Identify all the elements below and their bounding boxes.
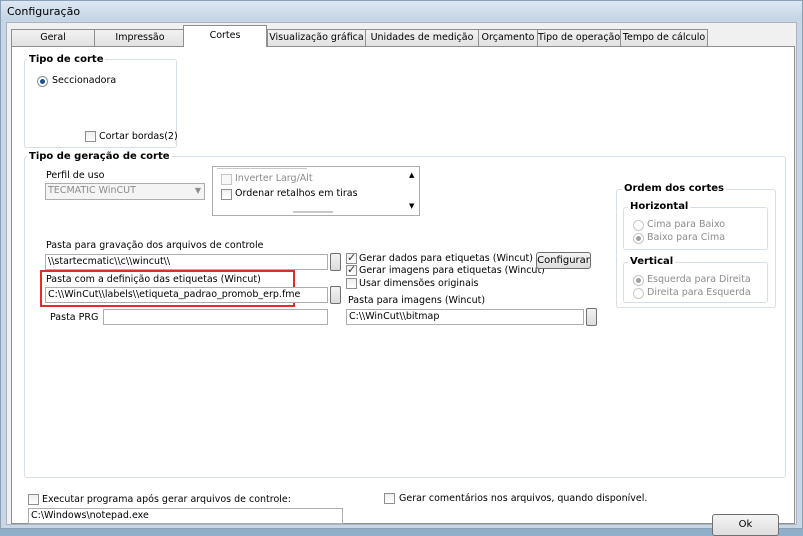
pasta-imagens-input[interactable]: C:\\WinCut\\bitmap — [346, 309, 584, 325]
pasta-definicao-browse-button[interactable] — [330, 286, 341, 304]
gerar-comentarios-label: Gerar comentários nos arquivos, quando d… — [399, 493, 648, 504]
inverter-label: Inverter Larg/Alt — [235, 173, 313, 184]
perfil-uso-value: TECMATIC WinCUT — [48, 185, 136, 196]
tab-geral[interactable]: Geral — [11, 29, 95, 46]
chevron-down-icon: ▼ — [194, 186, 201, 195]
tab-visualizacao-grafica[interactable]: Visualização gráfica — [267, 29, 366, 46]
pasta-definicao-label: Pasta com a definição das etiquetas (Win… — [46, 274, 261, 285]
esquerda-direita-radio[interactable] — [633, 275, 644, 286]
configurar-button[interactable]: Configurar — [536, 252, 591, 269]
perfil-uso-combobox[interactable]: TECMATIC WinCUT ▼ — [45, 183, 205, 200]
executar-programa-input[interactable]: C:\Windows\notepad.exe — [28, 508, 343, 524]
listbox-scrollbar[interactable]: ▲ ▼ — [407, 167, 419, 215]
pasta-definicao-input[interactable]: C:\\WinCut\\labels\\etiqueta_padrao_prom… — [45, 287, 328, 303]
executar-programa-checkbox[interactable] — [28, 494, 39, 505]
tab-orcamento[interactable]: Orçamento — [478, 29, 538, 46]
ordenar-checkbox[interactable] — [221, 189, 232, 200]
tab-tempo-calculo[interactable]: Tempo de cálculo — [620, 29, 708, 46]
direita-esquerda-radio[interactable] — [633, 288, 644, 299]
cortar-bordas-checkbox[interactable] — [85, 131, 96, 142]
ordenar-label: Ordenar retalhos em tiras — [235, 188, 358, 199]
dialog-client: Geral Impressão Cortes Visualização gráf… — [6, 22, 797, 536]
tab-impressao[interactable]: Impressão — [94, 29, 186, 46]
gerar-comentarios-checkbox[interactable] — [384, 493, 395, 504]
esquerda-direita-label: Esquerda para Direita — [647, 274, 751, 285]
title-bar: Configuração — [1, 1, 802, 21]
ok-button[interactable]: Ok — [712, 514, 779, 536]
pasta-prg-input[interactable] — [103, 309, 328, 325]
cima-baixo-radio[interactable] — [633, 220, 644, 231]
seccionadora-label: Seccionadora — [52, 75, 117, 86]
tab-cortes[interactable]: Cortes — [183, 25, 267, 47]
options-listbox[interactable]: Inverter Larg/Alt Ordenar retalhos em ti… — [212, 166, 420, 216]
gerar-imagens-checkbox[interactable] — [346, 263, 357, 276]
perfil-uso-label: Perfil de uso — [46, 170, 105, 181]
tab-tipo-operacao[interactable]: Tipo de operação — [537, 29, 621, 46]
gerar-dados-label: Gerar dados para etiquetas (Wincut) — [359, 253, 533, 264]
pasta-gravacao-input[interactable]: \\startecmatic\\c\\wincut\\ — [45, 254, 328, 270]
cima-baixo-label: Cima para Baixo — [647, 219, 726, 230]
cortes-panel: Tipo de corte Seccionadora Cortar bordas… — [11, 46, 795, 536]
cortar-bordas-label: Cortar bordas(2) — [99, 131, 178, 142]
window-title: Configuração — [7, 5, 81, 18]
geracao-legend: Tipo de geração de corte — [27, 151, 172, 162]
listbox-clipped-item — [217, 167, 307, 169]
baixo-cima-radio[interactable] — [633, 233, 644, 244]
baixo-cima-label: Baixo para Cima — [647, 232, 726, 243]
tab-unidades-medicao[interactable]: Unidades de medição — [365, 29, 479, 46]
pasta-imagens-label: Pasta para imagens (Wincut) — [348, 295, 486, 306]
seccionadora-radio[interactable] — [37, 76, 48, 87]
pasta-gravacao-label: Pasta para gravação dos arquivos de cont… — [46, 240, 264, 251]
usar-dimensoes-checkbox[interactable] — [346, 278, 357, 289]
scroll-up-icon[interactable]: ▲ — [409, 171, 414, 179]
gerar-imagens-label: Gerar imagens para etiquetas (Wincut) — [359, 265, 545, 276]
vertical-legend: Vertical — [628, 256, 676, 267]
tipo-corte-legend: Tipo de corte — [27, 54, 106, 65]
horizontal-legend: Horizontal — [628, 201, 691, 212]
listbox-scrollbar-thumb[interactable] — [293, 211, 333, 213]
pasta-prg-label: Pasta PRG — [50, 312, 99, 323]
ordem-cortes-legend: Ordem dos cortes — [622, 183, 726, 194]
pasta-imagens-browse-button[interactable] — [586, 308, 597, 326]
direita-esquerda-label: Direita para Esquerda — [647, 287, 751, 298]
scroll-down-icon[interactable]: ▼ — [409, 202, 414, 210]
inverter-checkbox[interactable] — [221, 174, 232, 185]
pasta-gravacao-browse-button[interactable] — [330, 253, 341, 271]
executar-programa-label: Executar programa após gerar arquivos de… — [42, 494, 291, 505]
usar-dimensoes-label: Usar dimensões originais — [359, 278, 479, 289]
configuration-window: Configuração Geral Impressão Cortes Visu… — [0, 0, 803, 536]
